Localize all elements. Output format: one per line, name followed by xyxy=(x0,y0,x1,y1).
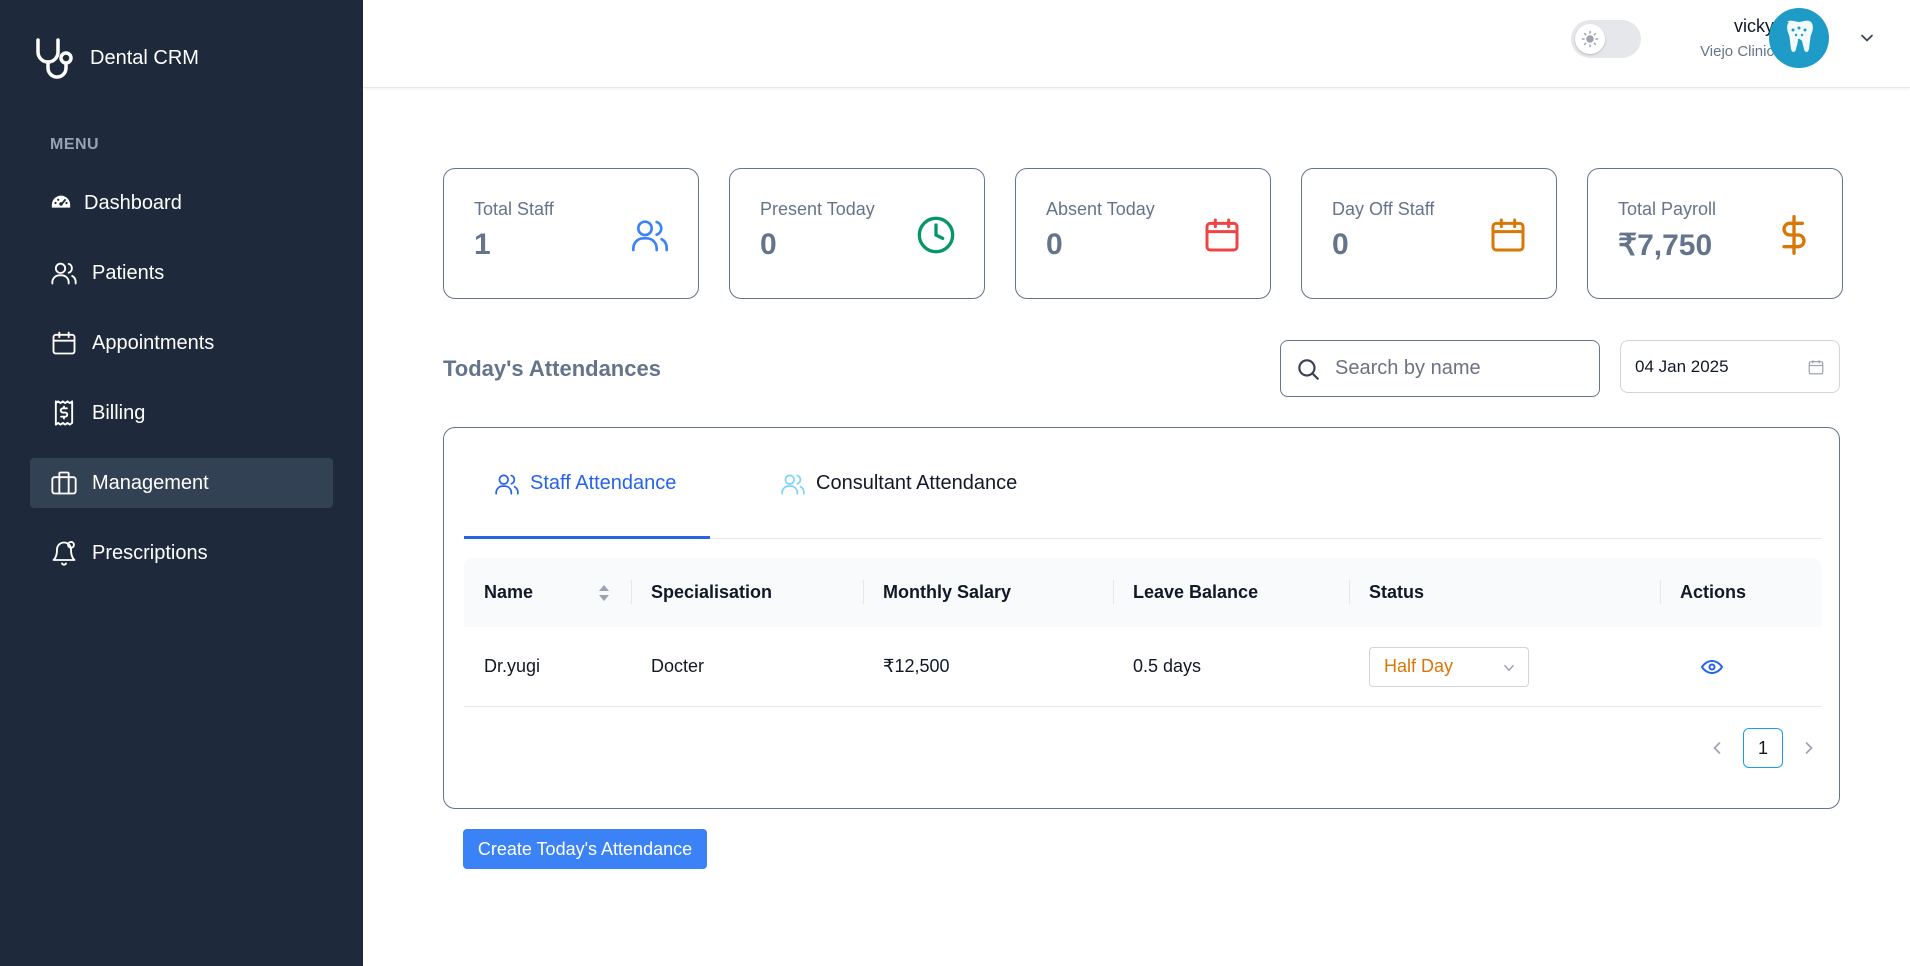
calendar-icon xyxy=(1491,218,1525,252)
active-tab-indicator xyxy=(464,536,710,539)
tab-label: Staff Attendance xyxy=(530,472,677,494)
menu-label: MENU xyxy=(50,136,100,153)
stat-card-total-staff: Total Staff 1 xyxy=(443,168,699,299)
sidebar-item-prescriptions[interactable]: Prescriptions xyxy=(30,528,333,578)
pagination: 1 xyxy=(1707,728,1819,768)
sidebar-item-label: Patients xyxy=(92,261,165,284)
attendances-title: Today's Attendances xyxy=(443,356,661,381)
sidebar-item-label: Dashboard xyxy=(84,191,182,214)
tab-label: Consultant Attendance xyxy=(816,472,1018,494)
clinic-name: Viejo Clinic xyxy=(1700,43,1774,60)
column-header-status: Status xyxy=(1349,558,1660,627)
dollar-icon xyxy=(1782,215,1806,255)
calendar-icon xyxy=(1205,218,1239,252)
view-eye-icon[interactable] xyxy=(1700,655,1724,679)
calendar-icon xyxy=(1808,360,1824,375)
users-icon xyxy=(632,220,669,252)
prev-page-icon[interactable] xyxy=(1707,738,1727,758)
column-label: Actions xyxy=(1680,582,1747,602)
bell-icon xyxy=(52,540,76,566)
cell-name: Dr.yugi xyxy=(484,656,541,676)
table-row: Dr.yugi Docter ₹12,500 0.5 days Half Day xyxy=(464,627,1821,707)
column-label: Leave Balance xyxy=(1133,582,1259,602)
attendance-panel: Staff Attendance Consultant Attendance N… xyxy=(443,427,1840,809)
next-page-icon[interactable] xyxy=(1799,738,1819,758)
brand-name: Dental CRM xyxy=(90,46,199,69)
cell-status: Half Day xyxy=(1349,627,1660,706)
cell-salary: ₹12,500 xyxy=(883,656,950,676)
column-header-monthly-salary: Monthly Salary xyxy=(863,558,1113,627)
date-picker[interactable]: 04 Jan 2025 xyxy=(1620,340,1840,393)
user-info: vicky Viejo Clinic xyxy=(1700,16,1774,60)
sidebar-item-label: Billing xyxy=(92,401,146,424)
clock-icon xyxy=(917,216,955,254)
tab-staff-attendance[interactable]: Staff Attendance xyxy=(494,428,676,539)
column-header-actions: Actions xyxy=(1660,558,1821,627)
stat-card-present-today: Present Today 0 xyxy=(729,168,985,299)
cell-actions xyxy=(1660,627,1821,706)
stats-row: Total Staff 1 Present Today 0 Absent Tod… xyxy=(443,168,1843,299)
sidebar-item-label: Prescriptions xyxy=(92,541,208,564)
users-icon xyxy=(495,473,519,495)
briefcase-icon xyxy=(51,471,77,495)
brand[interactable]: Dental CRM xyxy=(30,34,199,82)
dashboard-icon xyxy=(51,195,71,208)
stat-card-absent-today: Absent Today 0 xyxy=(1015,168,1271,299)
user-name: vicky xyxy=(1734,16,1774,36)
users-icon xyxy=(51,262,77,285)
sun-icon xyxy=(1581,30,1599,48)
stat-card-total-payroll: Total Payroll ₹7,750 xyxy=(1587,168,1843,299)
chevron-down-icon[interactable] xyxy=(1857,28,1877,48)
theme-toggle[interactable] xyxy=(1571,20,1641,58)
tab-consultant-attendance[interactable]: Consultant Attendance xyxy=(780,428,1017,539)
sidebar: Dental CRM MENU Dashboard Patients Appoi… xyxy=(0,0,363,966)
sidebar-item-appointments[interactable]: Appointments xyxy=(30,318,333,368)
sort-icon[interactable] xyxy=(597,583,611,603)
sidebar-item-label: Appointments xyxy=(92,331,215,354)
sidebar-item-label: Management xyxy=(92,471,209,494)
tooth-logo-icon xyxy=(1787,20,1813,52)
toggle-knob xyxy=(1575,24,1605,54)
column-label: Name xyxy=(484,582,534,602)
search-box[interactable] xyxy=(1280,340,1600,397)
stethoscope-icon xyxy=(36,38,73,79)
table-header: Name Specialisation Monthly Salary Leave… xyxy=(464,558,1821,627)
column-header-leave-balance: Leave Balance xyxy=(1113,558,1349,627)
column-header-name[interactable]: Name xyxy=(464,558,631,627)
sidebar-item-dashboard[interactable]: Dashboard xyxy=(30,178,333,228)
column-label: Specialisation xyxy=(651,582,773,602)
sidebar-item-management[interactable]: Management xyxy=(30,458,333,508)
column-header-specialisation: Specialisation xyxy=(631,558,863,627)
create-attendance-button[interactable]: Create Today's Attendance xyxy=(463,829,707,869)
date-value: 04 Jan 2025 xyxy=(1635,356,1729,376)
column-label: Monthly Salary xyxy=(883,582,1012,602)
search-input[interactable] xyxy=(1335,357,1595,380)
search-icon xyxy=(1298,358,1319,380)
sidebar-item-billing[interactable]: Billing xyxy=(30,388,333,438)
stat-card-day-off: Day Off Staff 0 xyxy=(1301,168,1557,299)
sidebar-item-patients[interactable]: Patients xyxy=(30,248,333,298)
cell-leave-balance: 0.5 days xyxy=(1133,656,1202,676)
status-select[interactable]: Half Day xyxy=(1369,646,1529,687)
chevron-down-icon xyxy=(1504,664,1514,671)
sidebar-nav: Dashboard Patients Appointments Billing xyxy=(30,178,333,598)
tab-bar: Staff Attendance Consultant Attendance xyxy=(464,428,1821,539)
column-label: Status xyxy=(1369,582,1425,602)
calendar-icon xyxy=(52,331,76,355)
page-number-current[interactable]: 1 xyxy=(1743,728,1783,768)
users-icon xyxy=(781,473,805,495)
avatar[interactable] xyxy=(1769,8,1829,68)
receipt-icon xyxy=(54,400,74,426)
top-header: vicky Viejo Clinic xyxy=(363,0,1910,88)
status-value: Half Day xyxy=(1384,656,1454,676)
cell-specialisation: Docter xyxy=(651,656,705,676)
attendance-table: Name Specialisation Monthly Salary Leave… xyxy=(464,558,1821,707)
